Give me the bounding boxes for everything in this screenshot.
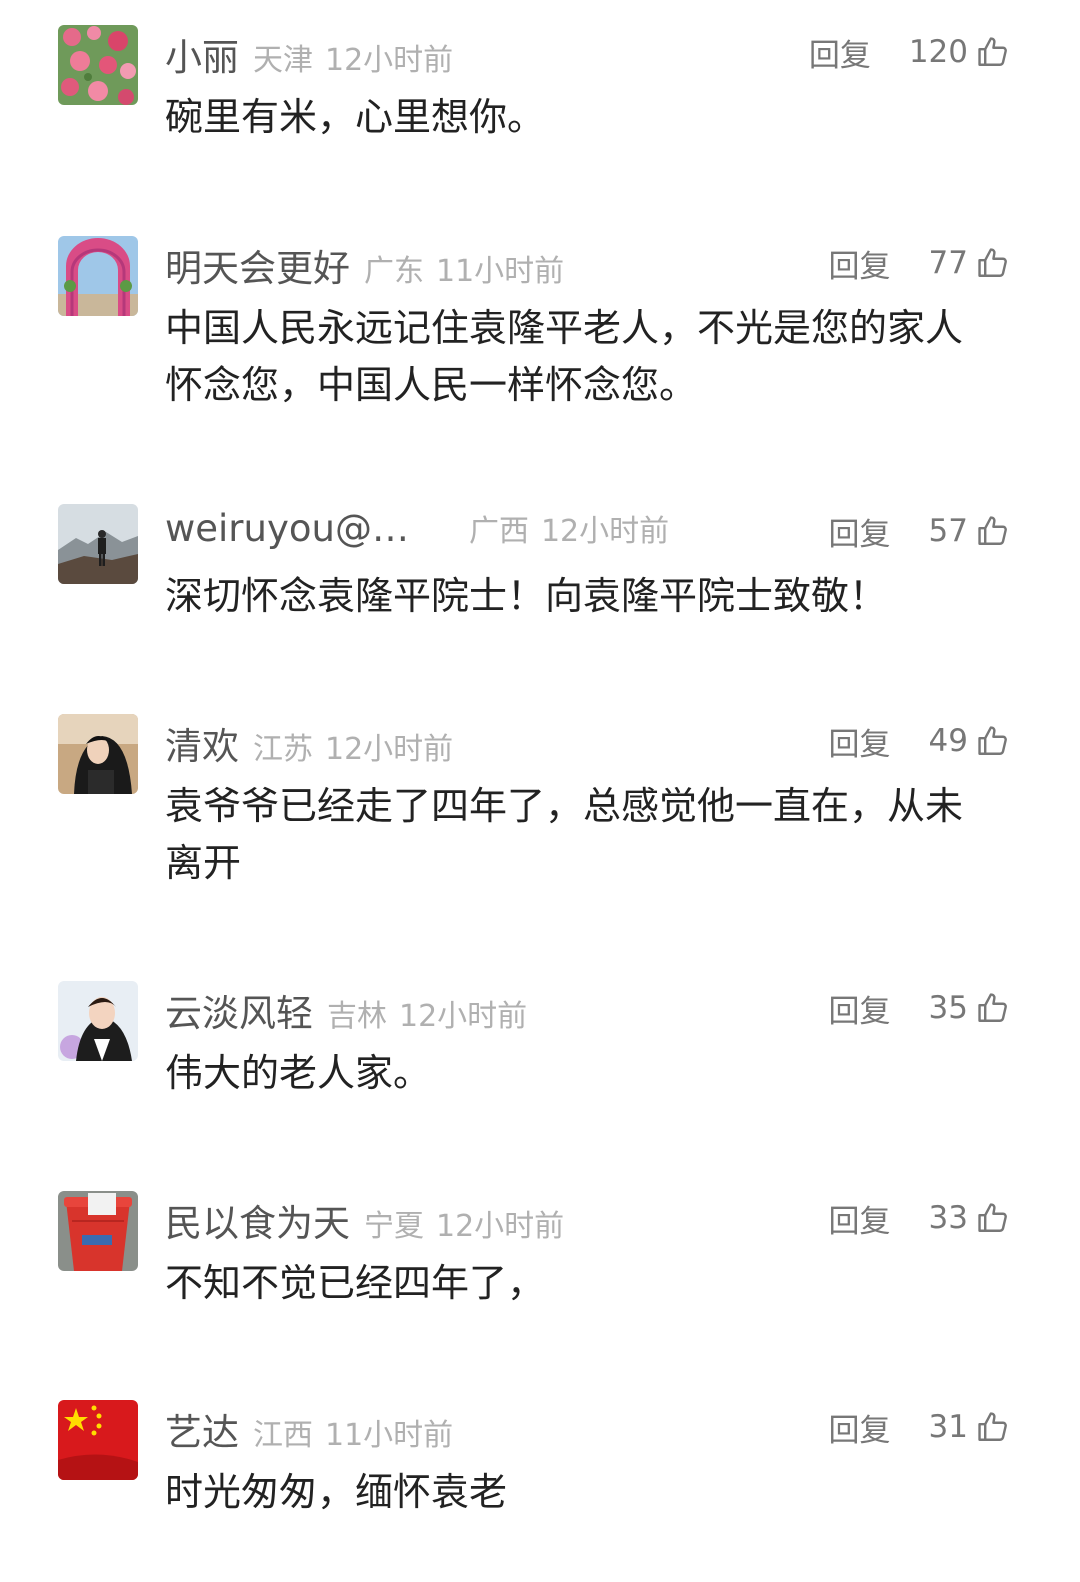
comment-text: 深切怀念袁隆平院士！向袁隆平院士致敬！ xyxy=(165,574,888,618)
avatar[interactable] xyxy=(58,1400,138,1480)
like-button[interactable]: 77 xyxy=(929,245,1010,281)
like-button[interactable]: 31 xyxy=(929,1409,1010,1445)
like-count: 31 xyxy=(928,1409,968,1445)
location: 江西 xyxy=(253,1418,313,1453)
comment-actions: 回复 57 xyxy=(829,506,1010,556)
username[interactable]: weiruyou@… xyxy=(165,507,409,550)
timestamp: 11小时前 xyxy=(436,254,565,289)
reply-button[interactable]: 回复 xyxy=(829,241,891,286)
username[interactable]: 云淡风轻 xyxy=(165,992,313,1035)
comment-actions: 回复 120 xyxy=(809,27,1010,77)
comment-meta: 江苏 12小时前 xyxy=(253,732,453,767)
thumbs-up-icon xyxy=(978,248,1007,277)
timestamp: 11小时前 xyxy=(325,1418,454,1453)
comment-meta: 天津 12小时前 xyxy=(253,43,453,78)
comment-text: 时光匆匆，缅怀袁老 xyxy=(165,1470,508,1514)
location: 广西 xyxy=(468,514,529,549)
avatar[interactable] xyxy=(58,1191,138,1271)
username[interactable]: 清欢 xyxy=(165,725,239,768)
avatar[interactable] xyxy=(58,25,138,105)
like-button[interactable]: 33 xyxy=(929,1200,1010,1236)
like-count: 120 xyxy=(908,34,968,70)
reply-button[interactable]: 回复 xyxy=(829,986,891,1031)
comment-actions: 回复 77 xyxy=(829,238,1010,288)
like-button[interactable]: 35 xyxy=(929,990,1010,1026)
timestamp: 12小时前 xyxy=(540,514,670,549)
comment-text: 袁爷爷已经走了四年了，总感觉他一直在，从未离开 xyxy=(165,784,964,885)
like-count: 77 xyxy=(928,245,968,281)
comment-meta: 吉林 12小时前 xyxy=(327,999,527,1034)
comment-header: 清欢 江苏 12小时前 回复 49 xyxy=(165,716,1010,768)
timestamp: 12小时前 xyxy=(325,732,454,767)
username[interactable]: 小丽 xyxy=(165,36,239,79)
like-button[interactable]: 49 xyxy=(929,723,1010,759)
username[interactable]: 明天会更好 xyxy=(165,247,350,290)
reply-button[interactable]: 回复 xyxy=(829,719,891,764)
like-button[interactable]: 120 xyxy=(909,34,1010,70)
thumbs-up-icon xyxy=(978,37,1007,66)
comment-header: 艺达 江西 11小时前 回复 31 xyxy=(165,1402,1010,1454)
thumbs-up-icon xyxy=(978,516,1007,545)
like-button[interactable]: 57 xyxy=(929,513,1010,549)
comment-actions: 回复 33 xyxy=(829,1193,1010,1243)
comment-actions: 回复 31 xyxy=(829,1402,1010,1452)
avatar[interactable] xyxy=(58,714,138,794)
avatar[interactable] xyxy=(58,504,138,584)
comment-text: 伟大的老人家。 xyxy=(165,1051,432,1095)
location: 天津 xyxy=(253,43,313,78)
comment-header: 明天会更好 广东 11小时前 回复 77 xyxy=(165,238,1010,290)
like-count: 49 xyxy=(928,723,968,759)
timestamp: 12小时前 xyxy=(436,1209,565,1244)
timestamp: 12小时前 xyxy=(399,999,528,1034)
location: 广东 xyxy=(364,254,424,289)
username[interactable]: 民以食为天 xyxy=(165,1202,350,1245)
comment-actions: 回复 49 xyxy=(829,716,1010,766)
thumbs-up-icon xyxy=(978,726,1007,755)
comment-header: weiruyou@… 广西 12小时前 回复 57 xyxy=(165,506,1010,556)
comment-meta: 江西 11小时前 xyxy=(253,1418,453,1453)
comment-meta: 宁夏 12小时前 xyxy=(364,1209,564,1244)
location: 江苏 xyxy=(253,732,313,767)
like-count: 33 xyxy=(928,1200,968,1236)
like-count: 57 xyxy=(928,513,968,549)
location: 吉林 xyxy=(327,999,387,1034)
reply-button[interactable]: 回复 xyxy=(809,30,871,75)
comment-text: 不知不觉已经四年了， xyxy=(165,1261,546,1305)
comment-header: 民以食为天 宁夏 12小时前 回复 33 xyxy=(165,1193,1010,1245)
comment-header: 云淡风轻 吉林 12小时前 回复 35 xyxy=(165,983,1010,1035)
timestamp: 12小时前 xyxy=(325,43,454,78)
comment-actions: 回复 35 xyxy=(829,983,1010,1033)
avatar[interactable] xyxy=(58,236,138,316)
comment-text: 碗里有米，心里想你。 xyxy=(165,95,546,139)
like-count: 35 xyxy=(928,990,968,1026)
comment-text: 中国人民永远记住袁隆平老人，不光是您的家人怀念您，中国人民一样怀念您。 xyxy=(165,306,964,407)
thumbs-up-icon xyxy=(978,1412,1007,1441)
thumbs-up-icon xyxy=(978,993,1007,1022)
comment-header: 小丽 天津 12小时前 回复 120 xyxy=(165,27,1010,79)
avatar[interactable] xyxy=(58,981,138,1061)
reply-button[interactable]: 回复 xyxy=(829,1196,891,1241)
reply-button[interactable]: 回复 xyxy=(829,1405,891,1450)
username[interactable]: 艺达 xyxy=(165,1411,239,1454)
location: 宁夏 xyxy=(364,1209,424,1244)
comment-meta: 广西 12小时前 xyxy=(469,514,669,549)
reply-button[interactable]: 回复 xyxy=(829,509,891,554)
comment-meta: 广东 11小时前 xyxy=(364,254,564,289)
thumbs-up-icon xyxy=(978,1203,1007,1232)
